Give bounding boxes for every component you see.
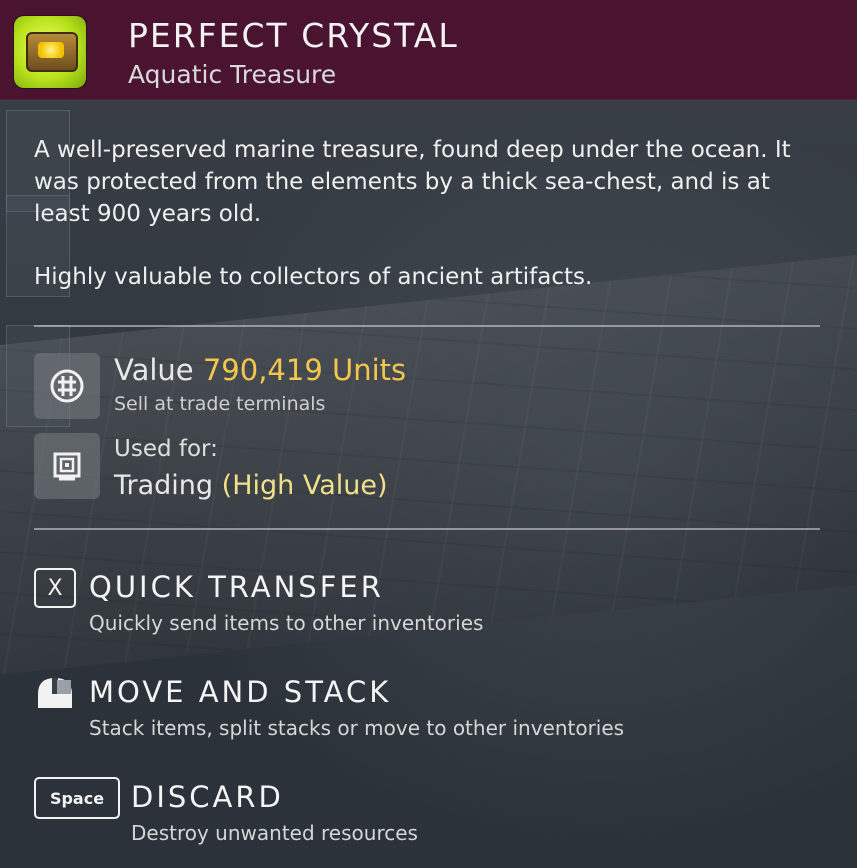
key-x-icon[interactable]: X: [34, 568, 76, 608]
value-amount: 790,419 Units: [202, 353, 407, 387]
action-subtitle: Stack items, split stacks or move to oth…: [89, 716, 625, 740]
description-paragraph: Highly valuable to collectors of ancient…: [34, 264, 593, 290]
item-description: A well-preserved marine treasure, found …: [34, 134, 824, 324]
value-label: Value: [114, 353, 194, 387]
value-note: Sell at trade terminals: [114, 393, 326, 415]
treasure-chest-icon: [14, 16, 86, 88]
usage-qualifier: (High Value): [221, 470, 388, 501]
quick-transfer-action[interactable]: QUICK TRANSFER: [89, 570, 384, 604]
mouse-icon[interactable]: [34, 674, 76, 712]
item-title: PERFECT CRYSTAL: [128, 16, 459, 55]
action-subtitle: Destroy unwanted resources: [131, 821, 418, 845]
units-currency-icon: [34, 353, 100, 419]
divider: [34, 325, 820, 327]
move-and-stack-action[interactable]: MOVE AND STACK: [89, 675, 391, 709]
action-title: MOVE AND STACK: [89, 675, 392, 709]
key-space-icon[interactable]: Space: [34, 777, 120, 819]
action-title: QUICK TRANSFER: [89, 570, 384, 604]
chest-shape: [26, 32, 78, 72]
action-title: DISCARD: [131, 780, 284, 814]
value-line: Value 790,419 Units: [114, 353, 406, 387]
trade-terminal-icon: [34, 433, 100, 499]
action-subtitle: Quickly send items to other inventories: [89, 611, 484, 635]
description-paragraph: A well-preserved marine treasure, found …: [34, 137, 791, 227]
usage-value-line: Trading (High Value): [114, 470, 388, 501]
discard-action[interactable]: DISCARD: [131, 780, 284, 814]
item-category: Aquatic Treasure: [128, 60, 337, 89]
divider: [34, 528, 820, 530]
item-header: PERFECT CRYSTAL Aquatic Treasure: [0, 0, 857, 100]
usage-label: Used for:: [114, 436, 218, 462]
usage-value: Trading: [114, 470, 214, 501]
